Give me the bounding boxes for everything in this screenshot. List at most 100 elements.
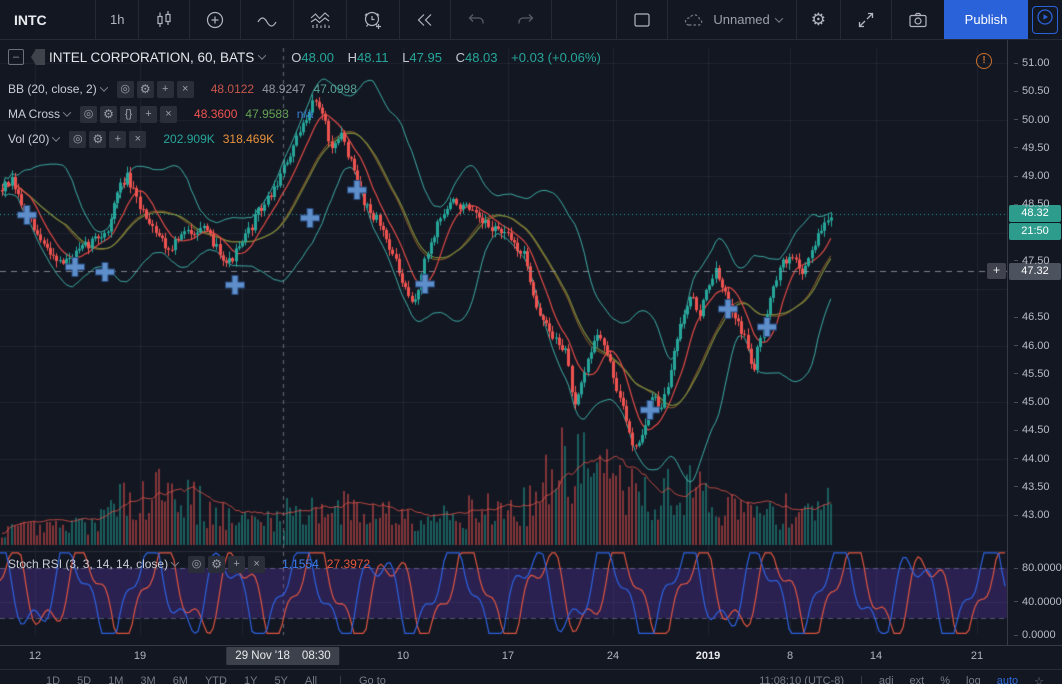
rewind-icon [414,9,436,31]
bar-replay-button[interactable] [400,0,450,39]
price-tick-label: 46.50 [1014,311,1050,323]
eye-icon[interactable]: ◎ [117,81,134,98]
settings-icon[interactable]: ⚙ [89,131,106,148]
indicator-row-stoch-rsi: Stoch RSI (3, 3, 14, 14, close) ◎ ⚙ + × … [8,554,370,574]
symbol-button[interactable]: INTC [0,0,95,39]
time-tick-label: 8 [787,650,793,662]
price-tick-label: 49.00 [1014,170,1050,182]
range-button-5y[interactable]: 5Y [274,675,287,684]
line-chart-button[interactable] [241,0,293,39]
add-icon[interactable]: + [109,131,126,148]
indicator-title[interactable]: BB (20, close, 2) [8,82,97,96]
price-tick-label: 46.00 [1014,340,1050,352]
percent-toggle[interactable]: % [940,675,950,684]
goto-button[interactable]: Go to [359,675,386,684]
indicator-row-ma-cross: MA Cross ◎ ⚙ {} + × 48.3600 47.9583 n/a [8,104,313,124]
time-tick-label: 2019 [696,650,720,662]
adj-toggle[interactable]: adj [879,675,894,684]
alert-button[interactable] [347,0,399,39]
source-code-icon[interactable]: {} [120,106,137,123]
wave-line-icon [255,9,279,31]
price-tick-label: 45.00 [1014,396,1050,408]
stoch-tick-label: 40.0000 [1014,596,1062,608]
compare-button[interactable] [190,0,240,39]
chart-settings-button[interactable]: ⚙ [797,0,840,39]
publish-play-button[interactable] [1032,6,1058,34]
clock-label[interactable]: 11:08:10 (UTC-8) [759,675,844,684]
settings-icon[interactable]: ⚙ [208,556,225,573]
indicator-title[interactable]: Stoch RSI (3, 3, 14, 14, close) [8,557,168,571]
range-button-6m[interactable]: 6M [173,675,188,684]
close-icon[interactable]: × [248,556,265,573]
time-axis[interactable]: 29 Nov '18 08:30 12192101724201981421 [0,645,1062,668]
legend-collapse-icon[interactable]: – [8,49,24,65]
undo-arrow-icon [465,9,487,31]
screenshot-button[interactable] [892,0,944,39]
close-label: C [456,50,465,65]
indicator-value: 318.469K [223,132,274,146]
crosshair-date: 29 Nov '18 [235,650,290,662]
indicator-value: 48.3600 [194,107,237,121]
play-circle-icon [1036,8,1054,31]
indicator-value: 1.1554 [282,557,319,571]
time-tick-label: 12 [29,650,41,662]
high-value: 48.11 [357,50,389,65]
auto-scale-toggle[interactable]: auto [997,675,1018,684]
ext-toggle[interactable]: ext [910,675,925,684]
add-icon[interactable]: + [140,106,157,123]
add-icon[interactable]: + [228,556,245,573]
range-button-ytd[interactable]: YTD [205,675,227,684]
range-button-1y[interactable]: 1Y [244,675,257,684]
cloud-save-button[interactable]: Unnamed [668,0,795,39]
compare-plus-icon [204,9,226,31]
layout-button[interactable] [617,0,667,39]
main-legend: – INTEL CORPORATION, 60, BATS O48.00 H48… [8,49,601,65]
chevron-down-icon [775,14,783,22]
interval-button[interactable]: 1h [96,0,138,39]
price-tick-label: 44.00 [1014,453,1050,465]
star-icon[interactable]: ☆ [1034,675,1044,684]
undo-button[interactable] [451,0,501,39]
redo-button[interactable] [501,0,551,39]
chevron-down-icon [171,558,179,566]
eye-icon[interactable]: ◎ [80,106,97,123]
log-toggle[interactable]: log [966,675,981,684]
close-icon[interactable]: × [160,106,177,123]
chart-style-button[interactable] [139,0,189,39]
high-label: H [348,50,357,65]
top-toolbar: INTC 1h [0,0,1062,40]
low-value: 47.95 [409,50,442,65]
close-icon[interactable]: × [129,131,146,148]
price-tick-label: 43.00 [1014,509,1050,521]
chevron-down-icon [258,51,266,59]
layout-grid-icon [631,9,653,31]
range-button-1m[interactable]: 1M [108,675,123,684]
indicator-title[interactable]: Vol (20) [8,132,49,146]
range-button-1d[interactable]: 1D [46,675,60,684]
eye-icon[interactable]: ◎ [188,556,205,573]
eye-icon[interactable]: ◎ [69,131,86,148]
symbol-title[interactable]: INTEL CORPORATION, 60, BATS [49,50,254,65]
close-icon[interactable]: × [177,81,194,98]
range-button-3m[interactable]: 3M [140,675,155,684]
add-alert-plus-icon[interactable]: + [987,263,1006,279]
publish-button[interactable]: Publish [944,0,1028,39]
indicators-button[interactable] [294,0,346,39]
range-button-5d[interactable]: 5D [77,675,91,684]
settings-icon[interactable]: ⚙ [100,106,117,123]
gear-icon: ⚙ [811,10,826,30]
price-tick-label: 49.50 [1014,142,1050,154]
fullscreen-button[interactable] [841,0,891,39]
time-tick-label: 21 [971,650,983,662]
range-button-all[interactable]: All [305,675,317,684]
indicator-title[interactable]: MA Cross [8,107,60,121]
add-icon[interactable]: + [157,81,174,98]
bottom-toolbar: 1D5D1M3M6MYTD1Y5YAll | Go to 11:08:10 (U… [0,669,1062,684]
chevron-down-icon [63,108,71,116]
data-delay-warning-icon[interactable]: ! [976,53,992,69]
indicator-value: 48.9247 [262,82,305,96]
series-flag-icon[interactable] [31,49,45,65]
close-value: 48.03 [465,50,498,65]
price-axis[interactable]: 48.32 21:50 47.32 + 51.0050.5050.0049.50… [1007,40,1062,645]
settings-icon[interactable]: ⚙ [137,81,154,98]
